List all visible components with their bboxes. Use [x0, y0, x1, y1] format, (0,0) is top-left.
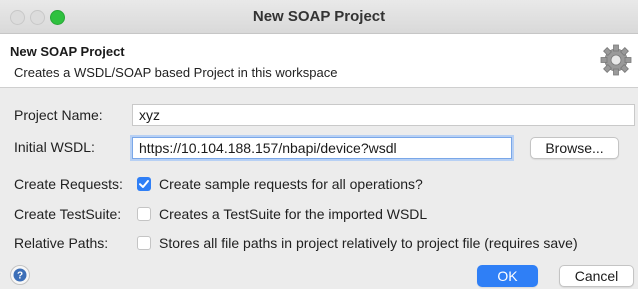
checkmark-icon	[139, 180, 149, 188]
browse-button[interactable]: Browse...	[530, 137, 619, 159]
relative-paths-checkbox[interactable]	[137, 236, 151, 250]
create-requests-text: Create sample requests for all operation…	[159, 176, 423, 192]
dialog-header: New SOAP Project Creates a WSDL/SOAP bas…	[0, 34, 638, 88]
create-testsuite-text: Creates a TestSuite for the imported WSD…	[159, 206, 428, 222]
relative-paths-label: Relative Paths:	[14, 235, 109, 251]
dialog-window: New SOAP Project New SOAP Project Create…	[0, 0, 638, 289]
help-button[interactable]: ?	[10, 265, 30, 285]
header-description: Creates a WSDL/SOAP based Project in thi…	[14, 65, 338, 80]
create-requests-checkbox[interactable]	[137, 177, 151, 191]
svg-text:?: ?	[17, 271, 23, 282]
create-testsuite-label: Create TestSuite:	[14, 206, 122, 222]
create-testsuite-checkbox[interactable]	[137, 207, 151, 221]
project-name-label: Project Name:	[14, 107, 103, 123]
header-title: New SOAP Project	[10, 44, 125, 59]
gear-icon	[600, 44, 632, 76]
cancel-button[interactable]: Cancel	[559, 265, 634, 287]
window-title: New SOAP Project	[252, 8, 386, 25]
relative-paths-text: Stores all file paths in project relativ…	[159, 235, 578, 251]
help-icon: ?	[13, 268, 27, 282]
initial-wsdl-input[interactable]: https://10.104.188.157/nbapi/device?wsdl	[132, 137, 512, 159]
title-bar: New SOAP Project	[0, 0, 638, 34]
create-requests-label: Create Requests:	[14, 176, 123, 192]
ok-button[interactable]: OK	[477, 265, 538, 287]
initial-wsdl-label: Initial WSDL:	[14, 139, 95, 155]
project-name-input[interactable]: xyz	[132, 104, 635, 126]
